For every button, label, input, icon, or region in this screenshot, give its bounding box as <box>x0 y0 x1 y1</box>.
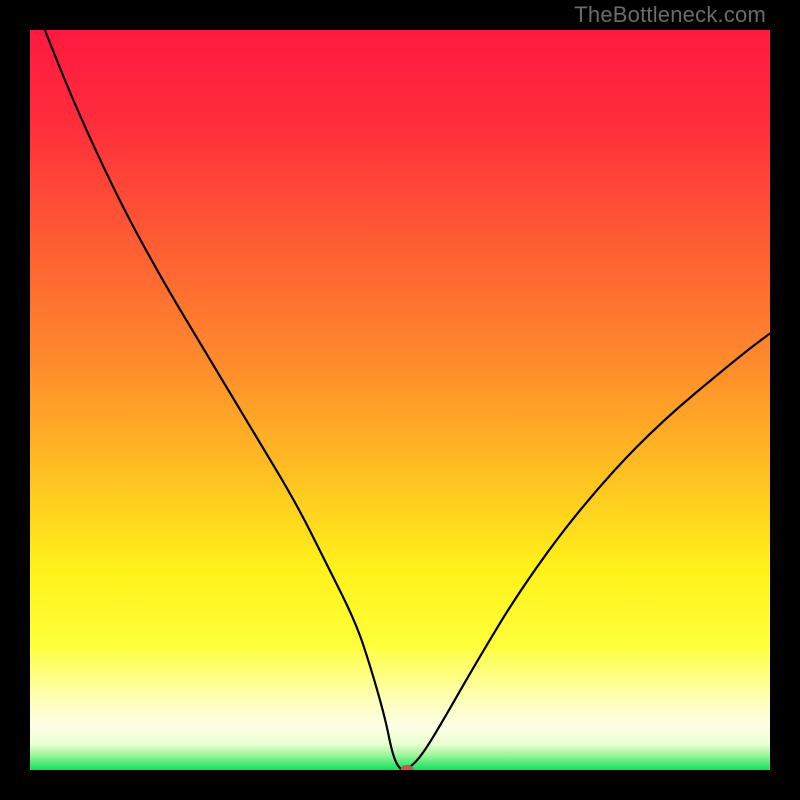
minimum-marker <box>401 765 414 770</box>
bottleneck-curve-path <box>45 30 770 770</box>
watermark-text: TheBottleneck.com <box>574 2 766 28</box>
chart-frame: TheBottleneck.com <box>0 0 800 800</box>
curve-svg <box>30 30 770 770</box>
plot-area <box>30 30 770 770</box>
